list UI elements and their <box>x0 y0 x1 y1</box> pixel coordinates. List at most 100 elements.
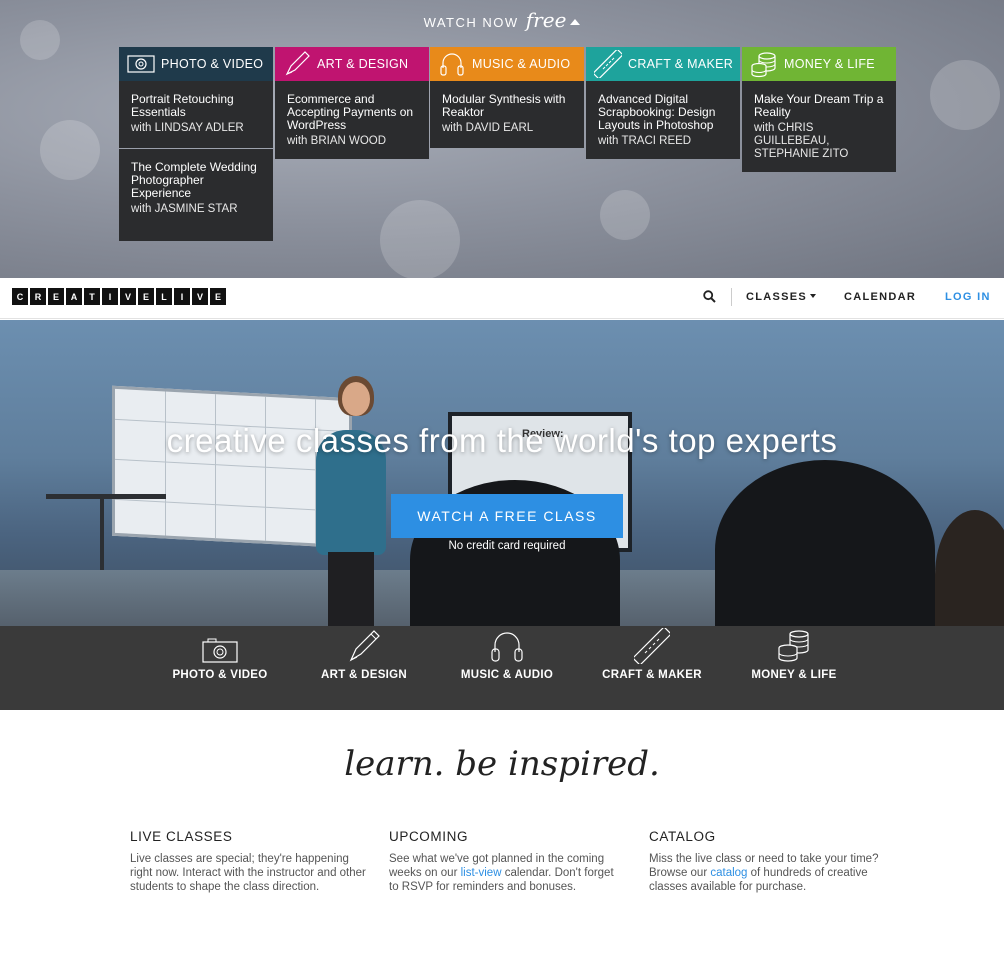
category-money-life[interactable]: MONEY & LIFE <box>724 630 864 681</box>
catalog-heading: CATALOG <box>649 829 716 844</box>
live-classes-heading: LIVE CLASSES <box>130 829 233 844</box>
bokeh-light <box>600 190 650 240</box>
list-view-link[interactable]: list-view <box>461 867 502 879</box>
logo-letter: E <box>48 288 64 305</box>
class-instructor: with CHRIS GUILLEBEAU, STEPHANIE ZITO <box>754 122 849 160</box>
camera-icon <box>127 55 155 73</box>
class-card[interactable]: Make Your Dream Trip a Reality with CHRI… <box>742 81 896 172</box>
class-instructor: with DAVID EARL <box>442 122 534 134</box>
watch-free-class-button[interactable]: WATCH A FREE CLASS <box>391 494 623 538</box>
category-column-music-audio: MUSIC & AUDIO Modular Synthesis with Rea… <box>430 47 584 149</box>
class-card[interactable]: Advanced Digital Scrapbooking: Design La… <box>586 81 740 159</box>
camera-icon <box>202 638 238 663</box>
search-icon[interactable] <box>703 290 716 308</box>
hero-banner: Review: creative classes from the world'… <box>0 320 1004 626</box>
class-instructor: with JASMINE STAR <box>131 203 238 215</box>
category-column-photo-video: PHOTO & VIDEO Portrait Retouching Essent… <box>119 47 273 242</box>
creativelive-logo[interactable]: CREATIVELIVE <box>12 288 226 305</box>
category-label: ART & DESIGN <box>320 669 408 681</box>
nav-divider <box>731 288 732 306</box>
ruler-icon <box>634 628 670 664</box>
category-label: MUSIC & AUDIO <box>472 57 571 71</box>
bokeh-light <box>930 60 1000 130</box>
logo-letter: I <box>102 288 118 305</box>
audience-silhouette <box>935 510 1004 626</box>
logo-letter: C <box>12 288 28 305</box>
category-label: MONEY & LIFE <box>784 57 875 71</box>
bokeh-light <box>380 200 460 278</box>
catalog-column: CATALOG Miss the live class or need to t… <box>649 829 885 894</box>
logo-letter: T <box>84 288 100 305</box>
class-title: Modular Synthesis with Reaktor <box>442 92 566 119</box>
category-label: MUSIC & AUDIO <box>460 669 554 681</box>
category-column-art-design: ART & DESIGN Ecommerce and Accepting Pay… <box>275 47 429 160</box>
coins-icon <box>751 52 776 78</box>
category-label: CRAFT & MAKER <box>628 57 734 71</box>
category-label: PHOTO & VIDEO <box>172 669 268 681</box>
category-photo-video[interactable]: PHOTO & VIDEO <box>150 638 290 681</box>
category-music-audio[interactable]: MUSIC & AUDIO <box>437 632 577 681</box>
no-credit-card-note: No credit card required <box>448 540 566 552</box>
hero-title: creative classes from the world's top ex… <box>166 422 838 459</box>
logo-letter: A <box>66 288 82 305</box>
bokeh-light <box>40 120 100 180</box>
category-header-photo-video[interactable]: PHOTO & VIDEO <box>119 47 273 81</box>
upcoming-text: See what we've got planned in the coming… <box>389 852 625 894</box>
class-card[interactable]: Ecommerce and Accepting Payments on Word… <box>275 81 429 159</box>
category-label: CRAFT & MAKER <box>602 669 702 681</box>
category-header-music-audio[interactable]: MUSIC & AUDIO <box>430 47 584 81</box>
category-label: ART & DESIGN <box>317 57 409 71</box>
class-instructor: with BRIAN WOOD <box>287 135 387 147</box>
class-title: Portrait Retouching Essentials <box>131 92 234 119</box>
audience-silhouette <box>715 460 935 626</box>
class-title: The Complete Wedding Photographer Experi… <box>131 160 257 200</box>
class-instructor: with TRACI REED <box>598 135 692 147</box>
logo-letter: V <box>120 288 136 305</box>
login-link[interactable]: LOG IN <box>945 291 991 303</box>
upcoming-heading: UPCOMING <box>389 829 469 844</box>
presenter-legs <box>328 552 374 626</box>
watch-now-toggle[interactable]: WATCH NOW free <box>0 8 1004 32</box>
logo-letter: E <box>210 288 226 305</box>
calendar-link[interactable]: CALENDAR <box>844 291 916 303</box>
catalog-link[interactable]: catalog <box>710 867 747 879</box>
desk-leg <box>100 498 104 570</box>
logo-letter: I <box>174 288 190 305</box>
desk-image <box>46 494 166 499</box>
class-card[interactable]: Portrait Retouching Essentials with LIND… <box>119 81 273 148</box>
category-column-money-life: MONEY & LIFE Make Your Dream Trip a Real… <box>742 47 896 173</box>
pen-icon <box>285 51 310 76</box>
category-header-money-life[interactable]: MONEY & LIFE <box>742 47 896 81</box>
classes-label: CLASSES <box>746 291 808 303</box>
class-card[interactable]: Modular Synthesis with Reaktor with DAVI… <box>430 81 584 148</box>
class-instructor: with LINDSAY ADLER <box>131 122 244 134</box>
class-title: Make Your Dream Trip a Reality <box>754 92 884 119</box>
live-classes-column: LIVE CLASSES Live classes are special; t… <box>130 829 366 894</box>
ruler-icon <box>594 50 622 78</box>
live-classes-text: Live classes are special; they're happen… <box>130 853 366 893</box>
class-title: Ecommerce and Accepting Payments on Word… <box>287 92 414 132</box>
class-card[interactable]: The Complete Wedding Photographer Experi… <box>119 149 273 241</box>
category-art-design[interactable]: ART & DESIGN <box>294 630 434 681</box>
category-craft-maker[interactable]: CRAFT & MAKER <box>582 628 722 681</box>
logo-letter: V <box>192 288 208 305</box>
watch-now-label: WATCH NOW <box>423 15 519 30</box>
caret-up-icon <box>570 19 581 25</box>
logo-letter: R <box>30 288 46 305</box>
headphones-icon <box>440 53 464 76</box>
classes-dropdown[interactable]: CLASSES <box>746 291 817 303</box>
site-navbar: CREATIVELIVE CLASSES CALENDAR LOG IN <box>0 278 1004 319</box>
pen-icon <box>349 630 380 662</box>
logo-letter: E <box>138 288 154 305</box>
watch-now-panel: WATCH NOW free PHOTO & VIDEO Portrait Re… <box>0 0 1004 278</box>
upcoming-column: UPCOMING See what we've got planned in t… <box>389 829 625 894</box>
headphones-icon <box>491 632 523 662</box>
coins-icon <box>778 630 809 662</box>
logo-letter: L <box>156 288 172 305</box>
category-header-craft-maker[interactable]: CRAFT & MAKER <box>586 47 740 81</box>
free-label: free <box>525 8 567 32</box>
category-label: PHOTO & VIDEO <box>161 57 264 71</box>
chevron-down-icon <box>810 294 817 298</box>
category-header-art-design[interactable]: ART & DESIGN <box>275 47 429 81</box>
category-label: MONEY & LIFE <box>751 669 837 681</box>
